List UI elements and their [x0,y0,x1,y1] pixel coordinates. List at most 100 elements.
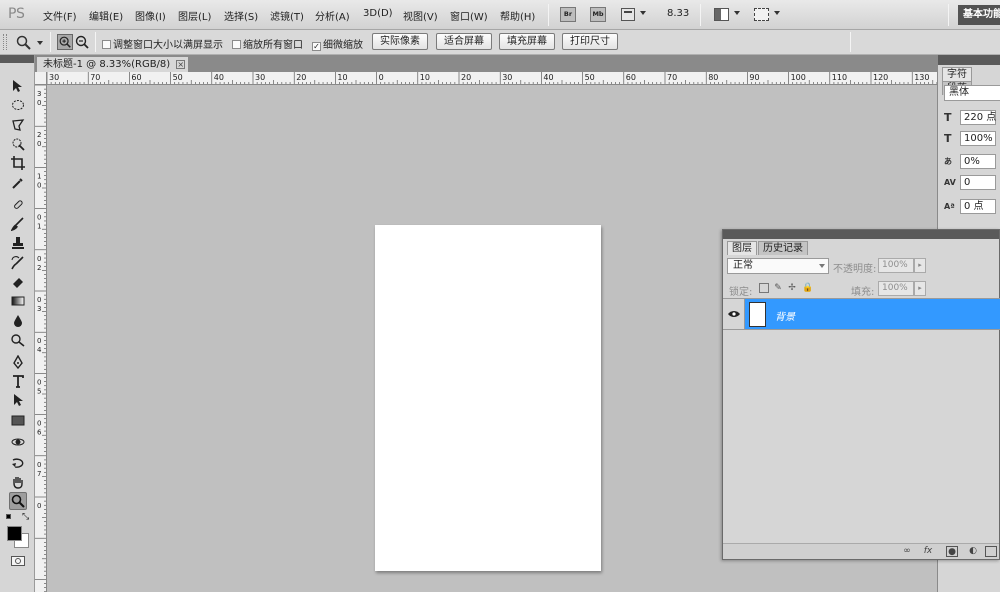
lasso-tool-icon[interactable] [9,116,27,134]
zoom-all-windows-checkbox[interactable]: 缩放所有窗口 [232,36,303,51]
layer-name[interactable]: 背景 [775,308,795,323]
lock-transparent-icon[interactable] [759,283,769,293]
opacity-field[interactable]: 100% [878,258,914,273]
3d-rotate-tool-icon[interactable] [9,433,27,451]
move-tool-icon[interactable] [9,77,27,95]
menu-filter[interactable]: 滤镜(T) [270,8,304,23]
horizontal-ruler[interactable]: 30 70 60 50 40 30 20 10 0 10 20 30 40 50 60 70 80 90 100 11… [47,72,937,85]
rectangle-tool-icon[interactable] [9,411,27,429]
tracking-field[interactable]: 0% [960,154,996,169]
toolbox-header[interactable] [0,55,34,63]
pen-tool-icon[interactable] [9,353,27,371]
hand-tool-icon[interactable] [9,473,27,491]
menu-analysis[interactable]: 分析(A) [315,8,350,23]
vertical-ruler[interactable]: 302010010203040506070 [35,85,47,592]
link-layers-icon[interactable]: ∞ [901,546,913,557]
view-extras-icon[interactable] [621,8,635,21]
menu-image[interactable]: 图像(I) [135,8,166,23]
actual-pixels-button[interactable]: 实际像素 [372,33,428,50]
gradient-tool-icon[interactable] [9,292,27,310]
tab-history[interactable]: 历史记录 [758,241,808,255]
eyedropper-tool-icon[interactable] [9,174,27,192]
menu-layer[interactable]: 图层(L) [178,8,211,23]
visibility-eye-icon[interactable] [723,299,745,329]
workspace-switcher[interactable]: 基本功能 [958,5,1000,25]
brush-tool-icon[interactable] [9,215,27,233]
vertical-scale-field[interactable]: 100% [960,131,996,146]
ruler-origin[interactable] [35,72,47,85]
quick-selection-tool-icon[interactable] [9,135,27,153]
quick-mask-icon[interactable] [11,556,25,566]
menu-file[interactable]: 文件(F) [43,8,77,23]
menu-help[interactable]: 帮助(H) [500,8,535,23]
add-mask-icon[interactable]: ● [946,546,958,557]
layers-panel-header[interactable] [723,230,999,239]
opacity-slider-icon[interactable]: ▸ [914,258,926,273]
kerning-field[interactable]: 0 [960,175,996,190]
arrange-dropdown-icon[interactable] [734,11,740,15]
tab-layers[interactable]: 图层 [727,241,757,255]
close-icon[interactable]: × [176,60,186,69]
lock-image-icon[interactable]: ✎ [773,283,783,293]
menu-edit[interactable]: 编辑(E) [89,8,123,23]
checkmark-icon[interactable]: ✓ [312,42,321,51]
dodge-tool-icon[interactable] [9,331,27,349]
zoom-tool-preset-icon[interactable] [16,35,31,50]
arrange-documents-icon[interactable] [714,8,729,21]
tool-preset-dropdown-icon[interactable] [37,41,43,45]
blend-mode-select[interactable]: 正常 [727,258,829,274]
type-tool-icon[interactable] [9,372,27,390]
fill-slider-icon[interactable]: ▸ [914,281,926,296]
print-size-button[interactable]: 打印尺寸 [562,33,618,50]
3d-orbit-tool-icon[interactable] [9,453,27,471]
zoom-out-icon[interactable] [74,34,90,50]
ruler-label: 3 [37,305,41,313]
menu-view[interactable]: 视图(V) [403,8,438,23]
swap-colors-icon[interactable]: ⤡ [22,512,29,522]
layer-style-fx-icon[interactable]: fx [922,546,934,557]
fill-screen-button[interactable]: 填充屏幕 [499,33,555,50]
document-tab[interactable]: 未标题-1 @ 8.33%(RGB/8) × [37,57,189,72]
elliptical-marquee-tool-icon[interactable] [9,96,27,114]
spot-healing-brush-icon[interactable] [9,196,27,214]
blur-tool-icon[interactable] [9,312,27,330]
adjustment-layer-icon[interactable]: ◐ [967,546,979,557]
foreground-color-swatch[interactable] [7,526,22,541]
checkbox-box[interactable] [232,40,241,49]
path-selection-tool-icon[interactable] [9,391,27,409]
clone-stamp-tool-icon[interactable] [9,234,27,252]
menu-3d[interactable]: 3D(D) [363,8,393,19]
bridge-button[interactable]: Br [560,7,576,22]
scrubby-zoom-checkbox[interactable]: ✓ 细微缩放 [312,36,363,51]
checkbox-box[interactable] [102,40,111,49]
tab-character[interactable]: 字符 [942,67,972,81]
font-size-field[interactable]: 220 点 [960,110,996,125]
baseline-shift-field[interactable]: 0 点 [960,199,996,214]
ruler-label: 120 [873,73,888,82]
view-extras-dropdown-icon[interactable] [640,11,646,15]
default-colors-icon[interactable] [6,514,14,522]
resize-windows-checkbox[interactable]: 调整窗口大小以满屏显示 [102,36,223,51]
new-group-icon[interactable] [985,546,997,557]
document-canvas[interactable] [375,225,601,571]
options-grip[interactable] [3,34,7,50]
fill-field[interactable]: 100% [878,281,914,296]
font-family-field[interactable]: 黑体 [944,85,1000,101]
crop-tool-icon[interactable] [9,154,27,172]
screen-mode-icon[interactable] [754,8,769,21]
layer-row[interactable]: 背景 [723,298,1000,330]
zoom-level[interactable]: 8.33 [667,8,689,19]
fit-screen-button[interactable]: 适合屏幕 [436,33,492,50]
mini-bridge-button[interactable]: Mb [590,7,606,22]
zoom-in-icon[interactable] [57,34,73,50]
ruler-label: 0 [37,140,41,148]
menu-select[interactable]: 选择(S) [224,8,258,23]
screen-mode-dropdown-icon[interactable] [774,11,780,15]
lock-position-icon[interactable]: ✢ [787,283,797,293]
dock-header[interactable] [938,55,1000,65]
history-brush-tool-icon[interactable] [9,254,27,272]
menu-window[interactable]: 窗口(W) [450,8,488,23]
eraser-tool-icon[interactable] [9,273,27,291]
lock-all-icon[interactable]: 🔒 [802,283,813,293]
zoom-tool-icon[interactable] [9,492,27,510]
